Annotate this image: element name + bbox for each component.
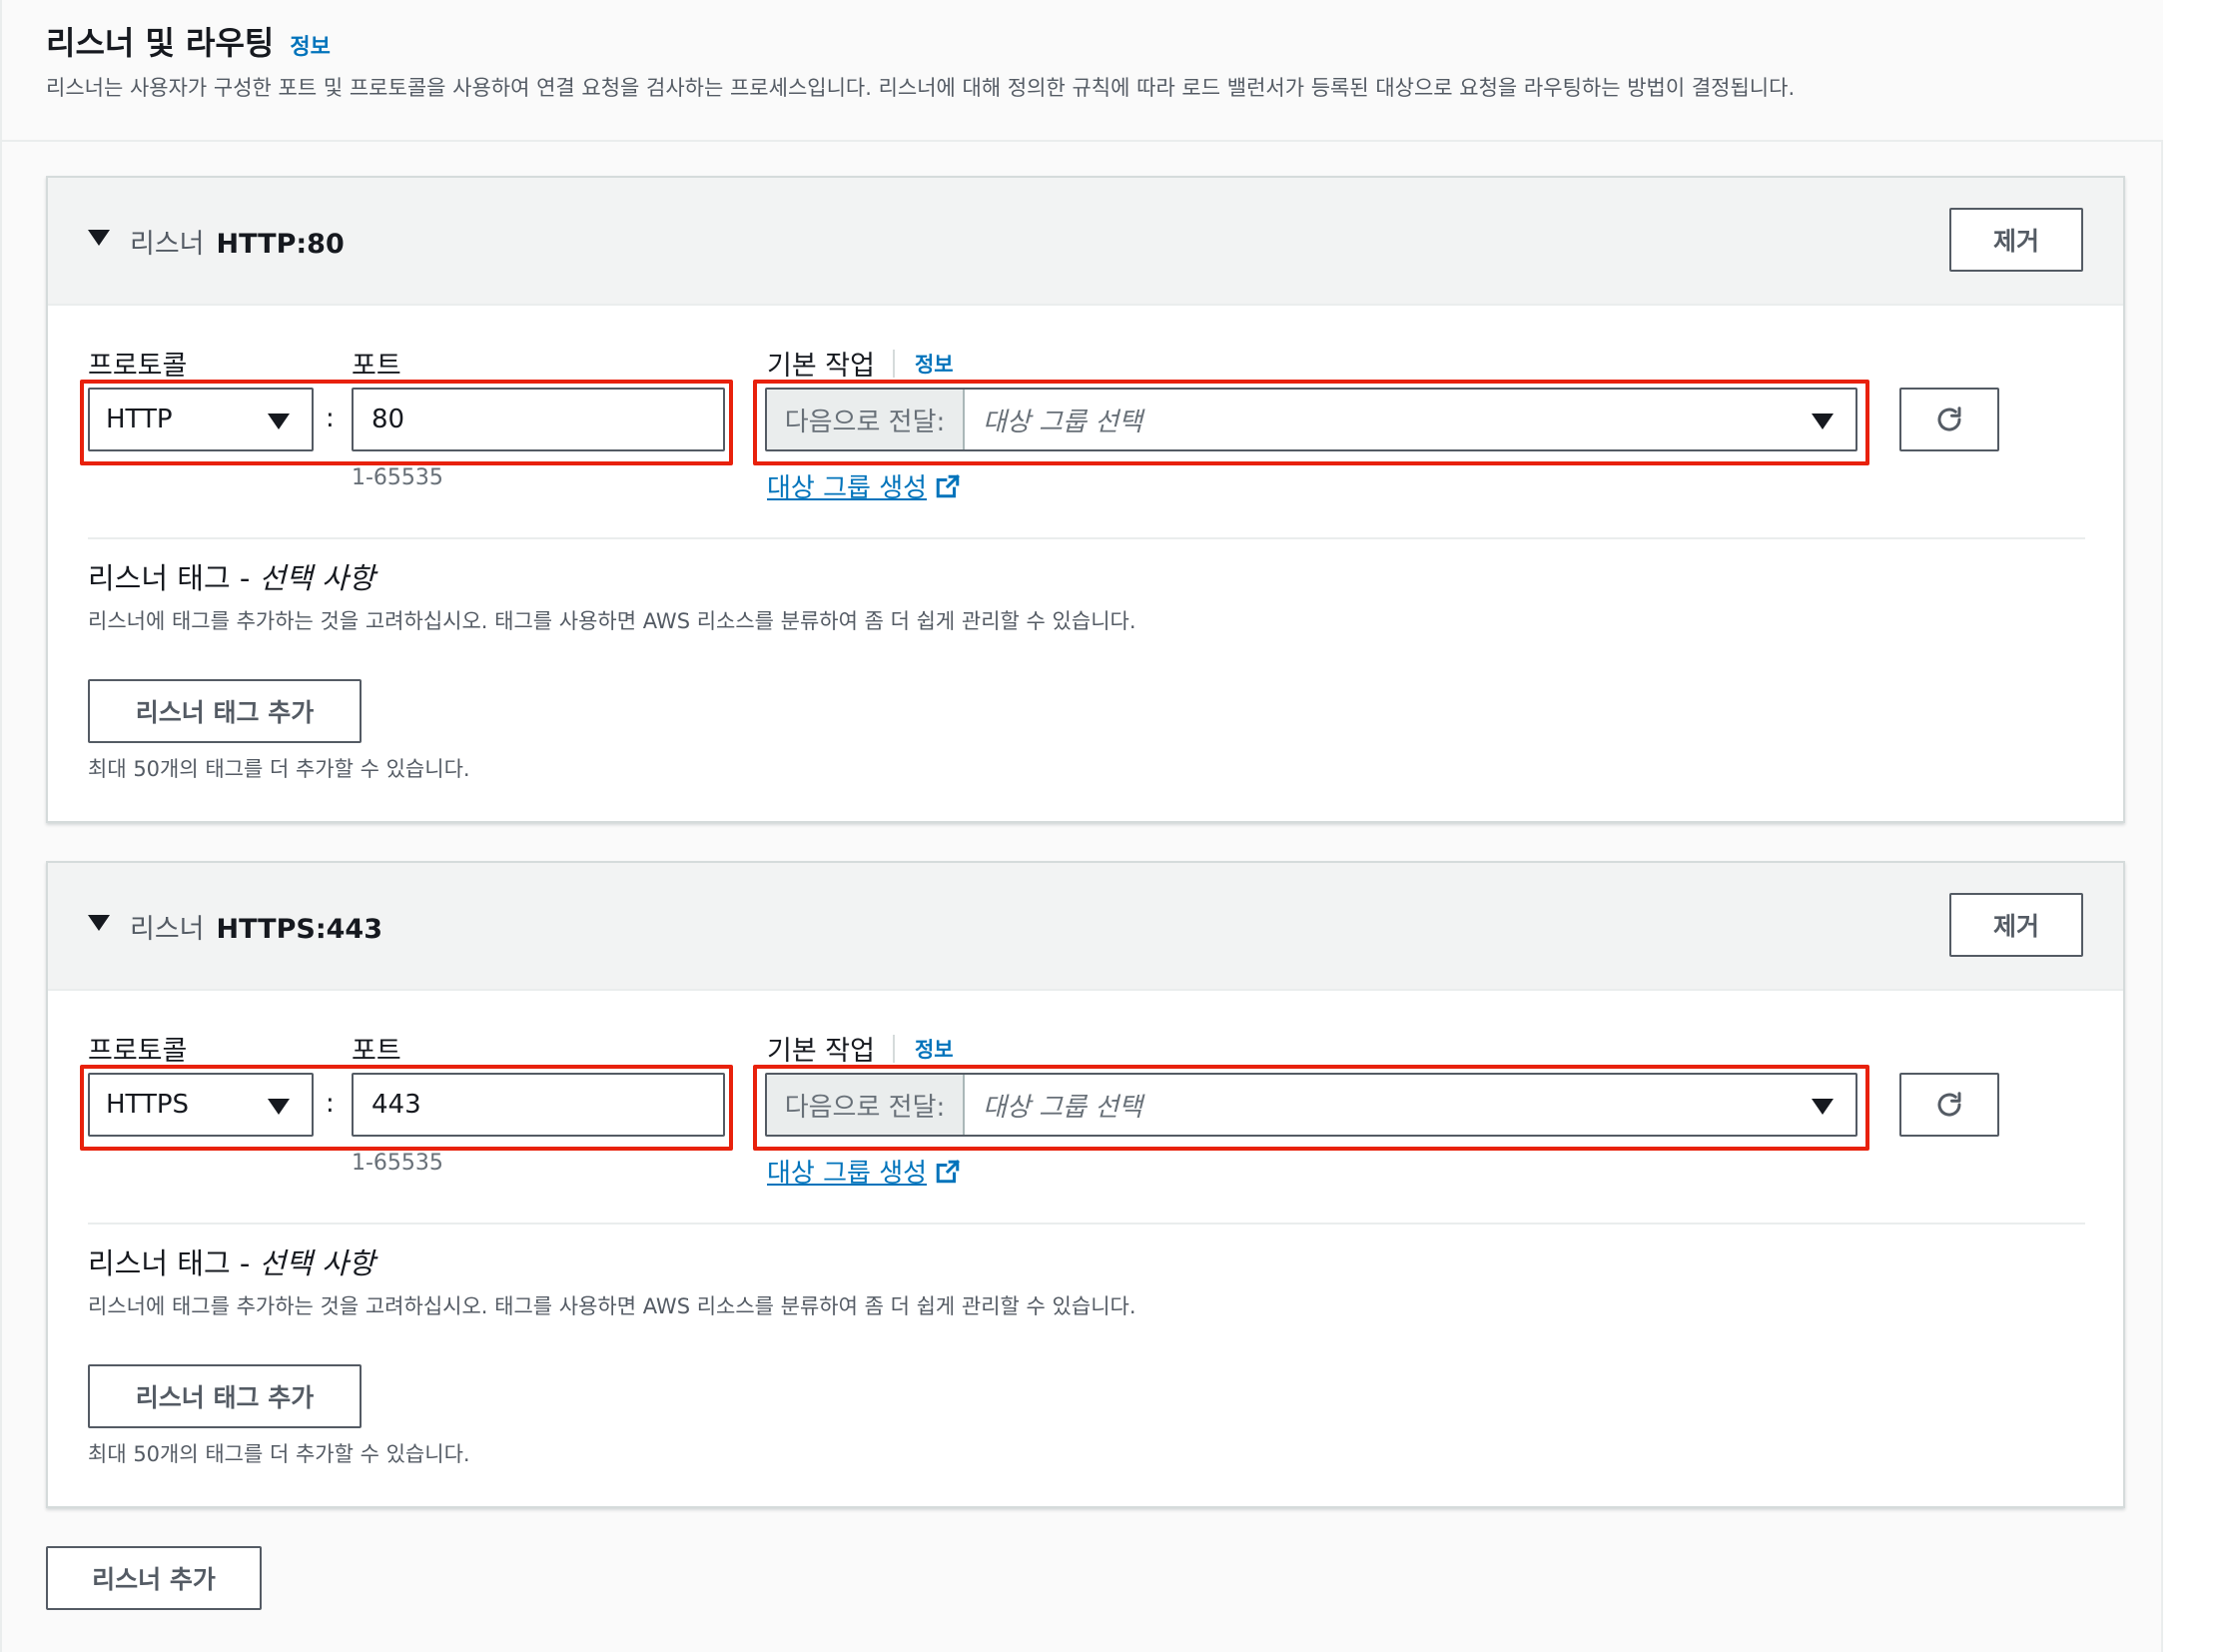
protocol-select-value: HTTP <box>106 405 173 434</box>
target-group-select[interactable]: 대상 그룹 선택 <box>965 1075 1855 1135</box>
protocol-label: 프로토콜 <box>88 1036 188 1067</box>
listener-title-name: HTTPS:443 <box>216 914 382 945</box>
protocol-port-separator: : <box>326 404 335 433</box>
port-label: 포트 <box>352 351 401 382</box>
chevron-down-icon <box>1812 413 1834 429</box>
listener-tags-title-text: 리스너 태그 - <box>88 1246 251 1280</box>
default-action-info-link[interactable]: 정보 <box>915 349 954 379</box>
listener-title-label: 리스너 <box>130 229 205 260</box>
port-hint: 1-65535 <box>352 1151 443 1176</box>
page: 리스너 및 라우팅 정보 리스너는 사용자가 구성한 포트 및 프로토콜을 사용… <box>0 0 2163 1652</box>
default-action-label: 기본 작업 정보 <box>767 1029 954 1068</box>
create-target-group-text: 대상 그룹 생성 <box>767 1159 928 1189</box>
target-group-placeholder: 대상 그룹 선택 <box>983 407 1143 437</box>
default-action-select[interactable]: 다음으로 전달: 대상 그룹 선택 <box>765 1073 1857 1137</box>
add-listener-tag-button[interactable]: 리스너 태그 추가 <box>88 1364 362 1428</box>
listener-header[interactable]: 리스너 HTTP:80 제거 <box>48 178 2123 306</box>
protocol-select[interactable]: HTTPS <box>88 1073 314 1137</box>
protocol-select[interactable]: HTTP <box>88 388 314 451</box>
caret-down-icon[interactable] <box>88 915 110 931</box>
listener-tags-description: 리스너에 태그를 추가하는 것을 고려하십시오. 태그를 사용하면 AWS 리소… <box>88 1294 1136 1318</box>
section-info-link[interactable]: 정보 <box>290 29 330 61</box>
caret-down-icon[interactable] <box>88 230 110 246</box>
protocol-port-separator: : <box>326 1089 335 1119</box>
refresh-button[interactable] <box>1899 1073 1999 1137</box>
listener-tags-optional: 선택 사항 <box>259 1246 375 1280</box>
default-action-label-text: 기본 작업 <box>767 351 875 382</box>
listener-panel-http: 리스너 HTTP:80 제거 프로토콜 포트 기본 작업 정보 HTTP : 1-… <box>46 176 2125 823</box>
listener-title: 리스너 HTTPS:443 <box>130 907 382 946</box>
section-header: 리스너 및 라우팅 정보 리스너는 사용자가 구성한 포트 및 프로토콜을 사용… <box>2 0 2163 142</box>
listener-header[interactable]: 리스너 HTTPS:443 제거 <box>48 863 2123 991</box>
label-divider <box>892 349 895 378</box>
target-group-select[interactable]: 대상 그룹 선택 <box>965 390 1855 449</box>
listener-tags-title-text: 리스너 태그 - <box>88 561 251 595</box>
label-divider <box>892 1034 895 1063</box>
section-description: 리스너는 사용자가 구성한 포트 및 프로토콜을 사용하여 연결 요청을 검사하… <box>46 76 1796 100</box>
target-group-placeholder: 대상 그룹 선택 <box>983 1092 1143 1123</box>
section-divider <box>88 537 2085 539</box>
default-action-select[interactable]: 다음으로 전달: 대상 그룹 선택 <box>765 388 1857 451</box>
protocol-label: 프로토콜 <box>88 351 188 382</box>
create-target-group-link[interactable]: 대상 그룹 생성 <box>767 1153 961 1190</box>
refresh-icon <box>1937 407 1961 431</box>
default-action-label-text: 기본 작업 <box>767 1036 875 1067</box>
listener-tags-description: 리스너에 태그를 추가하는 것을 고려하십시오. 태그를 사용하면 AWS 리소… <box>88 609 1136 633</box>
tag-limit-text: 최대 50개의 태그를 더 추가할 수 있습니다. <box>88 1442 470 1466</box>
section-title-text: 리스너 및 라우팅 <box>46 24 275 62</box>
refresh-icon <box>1937 1092 1961 1117</box>
listener-title-label: 리스너 <box>130 914 205 945</box>
external-link-icon <box>936 1159 960 1183</box>
listener-tags-optional: 선택 사항 <box>259 561 375 595</box>
port-label: 포트 <box>352 1036 401 1067</box>
add-listener-button[interactable]: 리스너 추가 <box>46 1546 262 1610</box>
listener-tags-title: 리스너 태그 - 선택 사항 <box>88 1240 374 1282</box>
chevron-down-icon <box>268 413 290 429</box>
add-listener-tag-button[interactable]: 리스너 태그 추가 <box>88 679 362 743</box>
forward-to-prefix: 다음으로 전달: <box>767 1075 965 1135</box>
port-input[interactable] <box>352 388 725 451</box>
create-target-group-text: 대상 그룹 생성 <box>767 473 928 503</box>
default-action-info-link[interactable]: 정보 <box>915 1034 954 1064</box>
section-title: 리스너 및 라우팅 정보 <box>46 18 331 64</box>
protocol-select-value: HTTPS <box>106 1090 190 1120</box>
external-link-icon <box>936 473 960 497</box>
chevron-down-icon <box>1812 1099 1834 1115</box>
port-hint: 1-65535 <box>352 465 443 490</box>
listener-panel-https: 리스너 HTTPS:443 제거 프로토콜 포트 기본 작업 정보 HTTPS :… <box>46 861 2125 1508</box>
remove-listener-button[interactable]: 제거 <box>1949 893 2083 957</box>
create-target-group-link[interactable]: 대상 그룹 생성 <box>767 467 961 504</box>
port-input[interactable] <box>352 1073 725 1137</box>
section-divider <box>88 1223 2085 1225</box>
page-gutter <box>2163 0 2219 1652</box>
listener-title-name: HTTP:80 <box>216 229 345 260</box>
listener-tags-title: 리스너 태그 - 선택 사항 <box>88 555 374 597</box>
remove-listener-button[interactable]: 제거 <box>1949 208 2083 272</box>
refresh-button[interactable] <box>1899 388 1999 451</box>
tag-limit-text: 최대 50개의 태그를 더 추가할 수 있습니다. <box>88 757 470 781</box>
default-action-label: 기본 작업 정보 <box>767 344 954 383</box>
listener-title: 리스너 HTTP:80 <box>130 222 345 261</box>
forward-to-prefix: 다음으로 전달: <box>767 390 965 449</box>
chevron-down-icon <box>268 1099 290 1115</box>
